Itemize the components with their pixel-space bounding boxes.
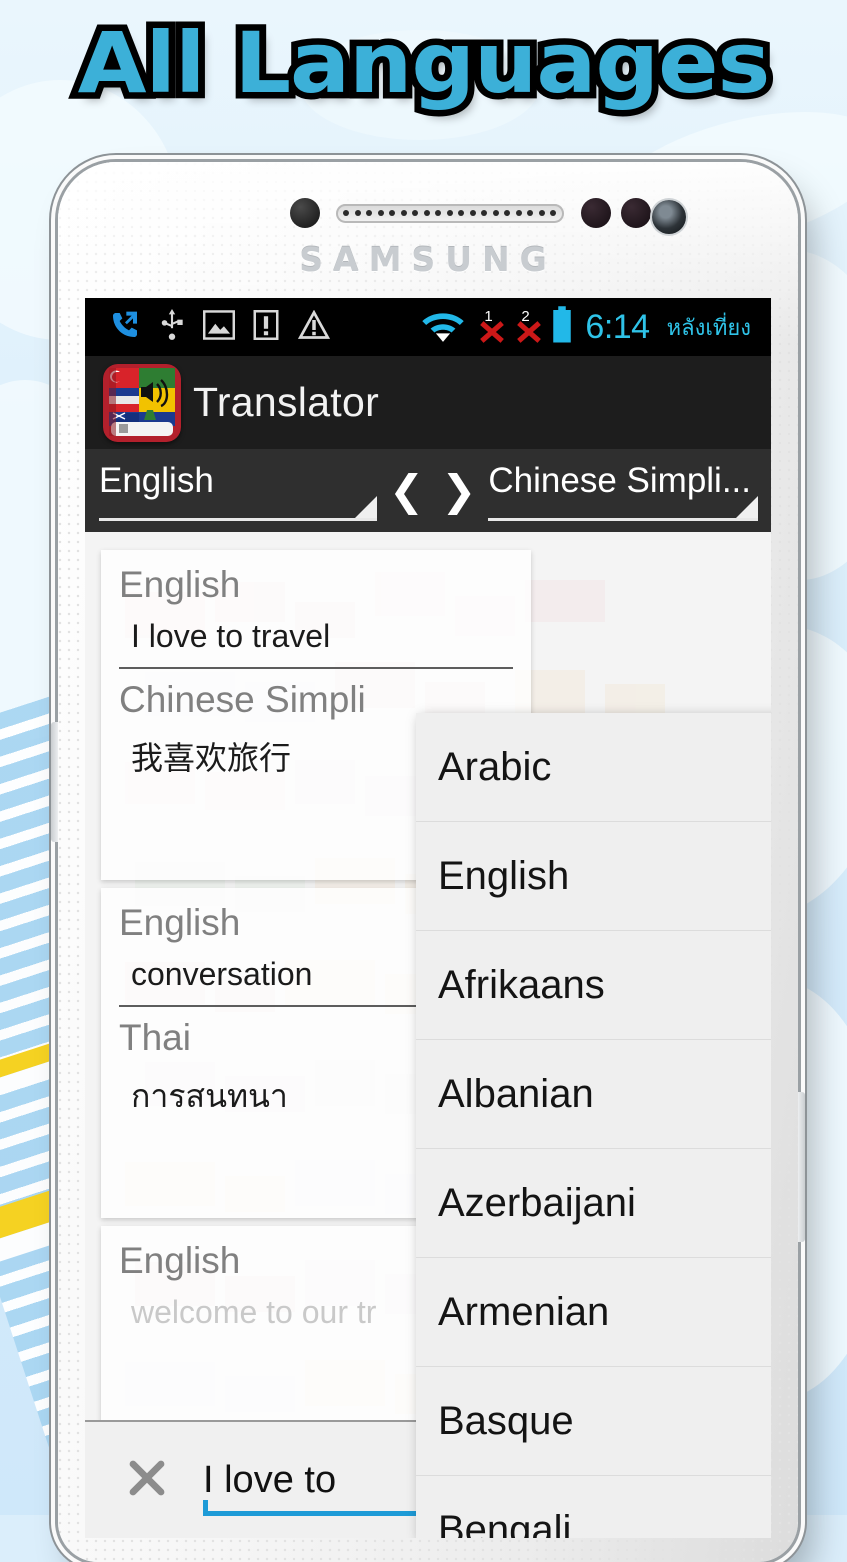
translator-flags-icon <box>103 363 181 442</box>
history-source-text: I love to travel <box>131 618 331 654</box>
battery-full-icon <box>552 305 572 349</box>
source-language-label: English <box>99 460 214 500</box>
warning-triangle-icon <box>297 309 331 345</box>
app-action-bar: Translator <box>85 356 771 449</box>
divider <box>119 667 513 669</box>
dropdown-item[interactable]: Afrikaans <box>416 931 771 1040</box>
dropdown-item[interactable]: Basque <box>416 1367 771 1476</box>
dropdown-item[interactable]: Azerbaijani <box>416 1149 771 1258</box>
front-camera-icon <box>652 200 686 234</box>
history-source-language: English <box>119 564 241 605</box>
device-brand-label: SAMSUNG <box>299 240 557 279</box>
light-sensor-icon <box>581 198 611 228</box>
chevron-right-icon[interactable]: ❯ <box>441 466 476 515</box>
usb-icon <box>159 308 185 346</box>
chevron-left-icon[interactable]: ❮ <box>389 466 424 515</box>
dropdown-item[interactable]: Bengali <box>416 1476 771 1539</box>
dropdown-item[interactable]: Albanian <box>416 1040 771 1149</box>
source-language-spinner[interactable]: English <box>99 461 377 521</box>
app-title: Translator <box>193 379 380 425</box>
swap-languages-control[interactable]: ❮ ❯ <box>389 466 476 515</box>
status-bar-ampm: หลังเที่ยง <box>666 315 751 341</box>
power-button[interactable] <box>798 1092 805 1242</box>
close-x-icon[interactable] <box>123 1454 171 1507</box>
image-icon <box>203 309 235 345</box>
chevron-down-icon <box>736 495 759 518</box>
status-bar-clock: 6:14 <box>585 307 650 346</box>
chevron-down-icon <box>355 495 377 518</box>
spinner-underline <box>488 517 759 521</box>
earpiece-speaker <box>336 204 564 223</box>
call-forward-icon <box>109 309 141 346</box>
translate-input-value: I love to <box>203 1458 337 1501</box>
dropdown-item[interactable]: Armenian <box>416 1258 771 1367</box>
target-language-spinner[interactable]: Chinese Simpli... <box>488 460 759 521</box>
status-bar: 1 2 6:14 หลังเที่ยง <box>85 298 771 356</box>
sim1-no-signal-icon: 1 <box>478 308 505 343</box>
wifi-icon <box>421 308 465 347</box>
led-indicator-icon <box>621 198 651 228</box>
exclamation-box-icon <box>253 309 279 345</box>
volume-button[interactable] <box>51 722 58 842</box>
dropdown-item[interactable]: English <box>416 822 771 931</box>
dropdown-item[interactable]: Arabic <box>416 713 771 822</box>
target-language-label: Chinese Simpli... <box>488 460 752 500</box>
phone-screen: 1 2 6:14 หลังเที่ยง Translator English ❮… <box>85 298 771 1538</box>
language-dropdown-list[interactable]: Arabic English Afrikaans Albanian Azerbaijan… <box>416 713 771 1538</box>
spinner-underline <box>99 517 377 521</box>
sim2-no-signal-icon: 2 <box>515 308 542 343</box>
promo-title: All Languages <box>71 8 778 119</box>
language-selector-bar: English ❮ ❯ Chinese Simpli... <box>85 449 771 532</box>
proximity-sensor-icon <box>290 198 320 228</box>
phone-mockup: SAMSUNG 1 2 6:14 หลังเที่ยง Translator E… <box>51 162 805 1562</box>
